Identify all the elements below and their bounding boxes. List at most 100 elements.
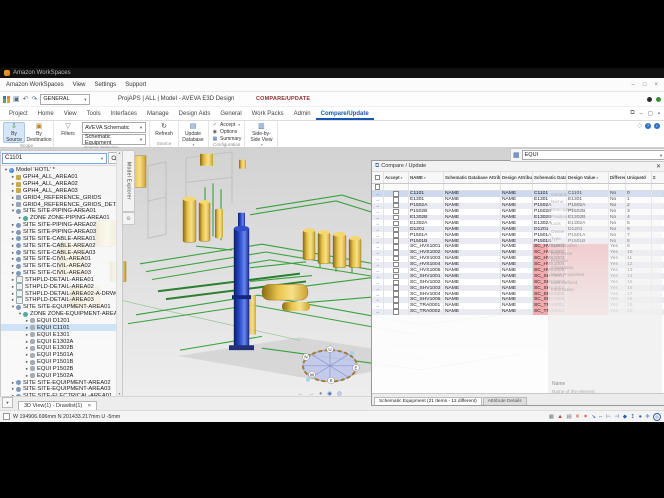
tree-item[interactable]: ▸SITE SITE-CABLE-AREA03 — [1, 249, 122, 256]
auto-hide-pin-button[interactable]: ⊙ — [122, 212, 135, 225]
app-launcher-icon[interactable] — [3, 96, 10, 103]
tab-tools[interactable]: Tools — [82, 107, 106, 120]
accept-checkbox[interactable] — [393, 250, 399, 256]
display-sets-icon[interactable]: ▦ — [549, 414, 554, 420]
accept-cell[interactable] — [384, 309, 409, 315]
accept-checkbox[interactable] — [393, 244, 399, 250]
tree-item[interactable]: ▸STHPLD-DETAIL-AREA03 — [1, 297, 122, 304]
tree-item[interactable]: ▸ZONE ZONE-PIPING-AREA01 — [1, 215, 122, 222]
tree-item[interactable]: ▾SITE SITE-PIPING-AREA01 — [1, 208, 122, 215]
accept-checkbox[interactable] — [393, 291, 399, 297]
delete-snap-icon[interactable]: ✕ — [575, 414, 580, 420]
filter-checkbox[interactable] — [375, 184, 381, 190]
column-header-select[interactable] — [372, 172, 384, 183]
accept-checkbox[interactable] — [393, 262, 399, 268]
column-header-Design Value[interactable]: Design Value▾ — [567, 172, 609, 183]
measure-icon[interactable]: ✶ — [583, 414, 588, 420]
menu-item-amazon-workspaces[interactable]: Amazon WorkSpaces — [6, 82, 64, 88]
tab-manage[interactable]: Manage — [142, 107, 174, 120]
tab-interfaces[interactable]: Interfaces — [106, 107, 142, 120]
tree-item[interactable]: ▸GPH4_ALL_AREA03 — [1, 188, 122, 195]
coordinate-mode-icon[interactable] — [3, 413, 10, 420]
app-maximize-icon[interactable]: ◻ — [648, 110, 653, 117]
accept-checkbox[interactable] — [393, 197, 399, 203]
target-icon[interactable]: ✛ — [645, 414, 650, 420]
schematic-source-combo[interactable]: AVEVA Schematic ▼ — [82, 122, 146, 133]
tab-work-packs[interactable]: Work Packs — [247, 107, 289, 120]
tab-attribute-details[interactable]: Attribute Details — [483, 397, 527, 405]
tree-item[interactable]: ▸SITE SITE-EQUIPMENT-AREA03 — [1, 386, 122, 393]
rotate-icon[interactable]: ⌐ — [599, 414, 602, 420]
tree-item[interactable]: ▸EQUI P1502A — [1, 372, 122, 379]
accept-checkbox[interactable] — [393, 203, 399, 209]
3d-view-tab[interactable]: 3D View(1) - Drawlist(1) ✕ — [18, 401, 97, 410]
side-by-side-button[interactable]: ▥ Side-by-Side View ▾ — [248, 122, 274, 147]
align-right-icon[interactable]: ⊣ — [614, 414, 619, 420]
filter-arrow-icon[interactable]: ▾ — [401, 176, 403, 180]
help-icon[interactable]: ? — [645, 123, 651, 129]
accept-checkbox[interactable] — [393, 191, 399, 197]
tree-item[interactable]: ▸EQUI D1201 — [1, 318, 122, 325]
tree-item[interactable]: ▸SITE SITE-CABLE-AREA01 — [1, 235, 122, 242]
tree-item[interactable]: ▸SITE SITE-PIPING-AREA03 — [1, 229, 122, 236]
tree-item[interactable]: ▸EQUI E1302B — [1, 345, 122, 352]
accept-checkbox[interactable] — [393, 215, 399, 221]
menu-item-support[interactable]: Support — [125, 82, 146, 88]
view-list-dropdown[interactable]: ▼ — [2, 397, 13, 408]
tree-item[interactable]: ▸GRID4_REFERENCE_GRIDS — [1, 194, 122, 201]
equipment-type-combo[interactable]: Schematic Equipment ▼ — [82, 134, 146, 145]
tree-item[interactable]: ▸SITE SITE-CIVIL-AREA01 — [1, 256, 122, 263]
column-header-Σ[interactable]: Σ — [652, 172, 664, 183]
restore-icon[interactable]: ⧉ — [630, 110, 634, 117]
tab-view[interactable]: View — [59, 107, 82, 120]
connection-health-icon[interactable] — [656, 97, 661, 102]
accept-checkbox[interactable] — [393, 256, 399, 262]
options-button[interactable]: ◉ Options — [212, 129, 241, 135]
redo-icon[interactable]: ↷ — [32, 96, 38, 103]
accept-checkbox[interactable] — [393, 297, 399, 303]
compare-table-filter-row[interactable] — [372, 184, 664, 191]
tree-item[interactable]: ▸EQUI E1301 — [1, 331, 122, 338]
update-database-button[interactable]: ▤ Update Database ▾ — [182, 122, 204, 147]
accept-checkbox[interactable] — [393, 280, 399, 286]
select-all-checkbox[interactable] — [375, 175, 381, 181]
column-header-Design Attribute[interactable]: Design Attribute▾ — [501, 172, 533, 183]
grid-view-icon[interactable]: ▦ — [513, 151, 520, 159]
snap-point-icon[interactable]: ◆ — [623, 414, 627, 420]
accept-checkbox[interactable] — [393, 221, 399, 227]
tab-project[interactable]: Project — [4, 107, 33, 120]
accept-checkbox[interactable] — [393, 232, 399, 238]
tree-item[interactable]: ▸SITE SITE-CABLE-AREA02 — [1, 242, 122, 249]
by-destination-button[interactable]: ▣ By Destination — [28, 122, 50, 143]
refresh-button[interactable]: ↻ Refresh — [153, 122, 175, 137]
tree-item[interactable]: ▸EQUI P1501B — [1, 359, 122, 366]
tab-general[interactable]: General — [215, 107, 246, 120]
filter-arrow-icon[interactable]: ▾ — [424, 176, 426, 180]
close-button[interactable]: × — [654, 82, 658, 88]
notification-icon[interactable] — [647, 97, 652, 102]
move-icon[interactable]: ↘ — [591, 414, 596, 420]
accept-menu-button[interactable]: ✓ Accept ▾ — [212, 122, 241, 128]
app-close-icon[interactable]: ▪ — [658, 111, 660, 117]
save-icon[interactable]: ▣ — [13, 96, 20, 103]
column-header-Schematic Database Attribute[interactable]: Schematic Database Attribute▾ — [444, 172, 501, 183]
by-source-button[interactable]: ⇩ By Source — [3, 122, 25, 143]
tab-admin[interactable]: Admin — [289, 107, 316, 120]
tab-design-aids[interactable]: Design Aids — [174, 107, 216, 120]
accept-checkbox[interactable] — [393, 268, 399, 274]
tree-item[interactable]: ▾Model 'HOTL' * — [1, 167, 122, 174]
pin-ribbon-icon[interactable]: ◇ — [637, 122, 642, 129]
info-icon[interactable]: i — [654, 123, 660, 129]
tree-item[interactable]: ▸SITE SITE-PIPING-AREA02 — [1, 222, 122, 229]
accept-checkbox[interactable] — [393, 285, 399, 291]
align-left-icon[interactable]: ⊢ — [606, 414, 611, 420]
tree-item[interactable]: ▸EQUI P1502B — [1, 365, 122, 372]
tree-item[interactable]: ▸SITE SITE-EQUIPMENT-AREA02 — [1, 379, 122, 386]
tree-item[interactable]: ▸GPH4_ALL_AREA01 — [1, 174, 122, 181]
column-header-UniqueId[interactable]: UniqueId — [626, 172, 652, 183]
menu-item-view[interactable]: View — [73, 82, 86, 88]
search-input[interactable]: C1101 ▼ — [2, 153, 107, 164]
element-type-combo[interactable]: EQUI ▼ — [522, 150, 664, 160]
origin-icon[interactable]: ● — [639, 414, 642, 420]
menu-item-settings[interactable]: Settings — [95, 82, 117, 88]
